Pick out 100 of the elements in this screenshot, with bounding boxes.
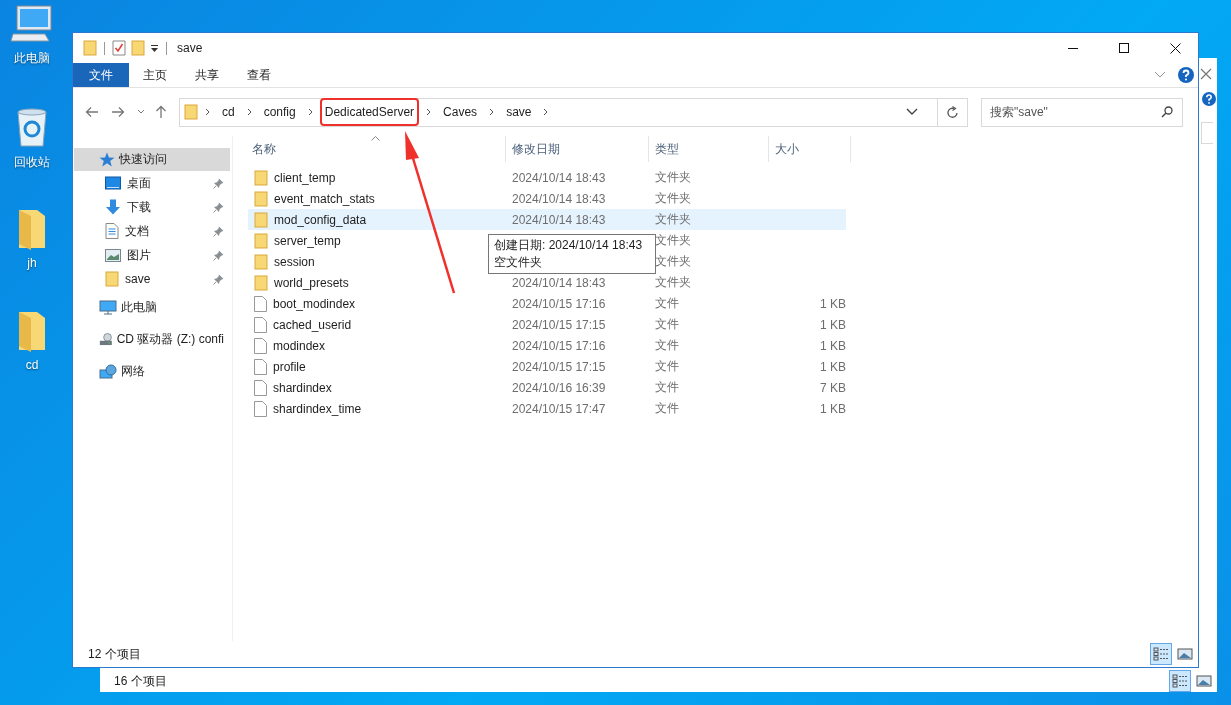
- breadcrumb[interactable]: config: [258, 98, 301, 126]
- document-icon: [105, 223, 119, 239]
- breadcrumb[interactable]: Caves: [438, 98, 483, 126]
- close-icon: [1169, 42, 1181, 54]
- details-view-button[interactable]: [1169, 670, 1191, 692]
- refresh-icon: [946, 105, 959, 119]
- tooltip-text: 创建日期: 2024/10/14 18:43: [494, 237, 644, 254]
- file-name: modindex: [273, 338, 326, 353]
- column-header[interactable]: 修改日期: [506, 136, 649, 162]
- desktop-icon: [105, 176, 121, 190]
- ribbon-tab[interactable]: 文件: [73, 63, 129, 87]
- desktop-icon-label[interactable]: 此电脑: [14, 50, 50, 67]
- file-name: shardindex: [273, 380, 332, 395]
- folder-icon: [254, 190, 268, 207]
- file-size: 7 KB: [820, 380, 846, 395]
- dropdown-caret-icon[interactable]: [150, 43, 159, 53]
- file-name: event_match_stats: [274, 191, 375, 206]
- sidebar-item[interactable]: 文档: [73, 219, 232, 243]
- breadcrumb[interactable]: cd: [217, 98, 240, 126]
- folder-icon: [254, 232, 268, 249]
- file-name: cached_userid: [273, 317, 352, 332]
- file-name: boot_modindex: [273, 296, 356, 311]
- sidebar-label: 此电脑: [121, 298, 157, 316]
- search-field[interactable]: 搜索"save": [981, 97, 1183, 127]
- file-name: mod_config_data: [274, 212, 367, 227]
- folder-icon: [105, 271, 119, 287]
- breadcrumb[interactable]: save: [501, 98, 537, 126]
- pin-icon[interactable]: [213, 177, 224, 189]
- folder-icon[interactable]: [17, 310, 47, 352]
- breadcrumb[interactable]: DedicatedServer: [319, 98, 420, 126]
- computer-icon: [99, 299, 117, 315]
- file-name: client_temp: [274, 170, 336, 185]
- file-name: session: [274, 254, 315, 269]
- sidebar-label: 网络: [121, 362, 145, 380]
- sidebar-item[interactable]: 桌面: [73, 171, 232, 195]
- sidebar-item[interactable]: 下载: [73, 195, 232, 219]
- forward-arrow-icon[interactable]: [111, 106, 125, 118]
- ribbon-tab[interactable]: 查看: [233, 63, 285, 87]
- modified-date: 2024/10/15 17:15: [512, 317, 606, 332]
- close-icon[interactable]: [1200, 68, 1212, 80]
- file-type: 文件: [655, 401, 679, 415]
- sidebar-label: 图片: [127, 246, 151, 264]
- file-size: 1 KB: [820, 359, 846, 374]
- pin-icon[interactable]: [213, 201, 224, 213]
- sidebar-label: 下载: [127, 198, 151, 216]
- modified-date: 2024/10/14 18:43: [512, 275, 606, 290]
- pin-icon[interactable]: [213, 249, 224, 261]
- file-name: shardindex_time: [273, 401, 362, 416]
- ribbon-tab[interactable]: 主页: [129, 63, 181, 87]
- modified-date: 2024/10/14 18:43: [512, 170, 606, 185]
- tooltip-text: 空文件夹: [494, 254, 543, 271]
- sidebar-item[interactable]: 快速访问: [74, 148, 230, 171]
- network-icon: [99, 363, 117, 379]
- file-type: 文件夹: [655, 233, 691, 247]
- ribbon-tab[interactable]: 共享: [181, 63, 233, 87]
- sidebar-label: 文档: [125, 222, 149, 240]
- modified-date: 2024/10/15 17:16: [512, 296, 606, 311]
- properties-icon[interactable]: [112, 40, 126, 56]
- file-type: 文件: [655, 380, 679, 394]
- address-bar[interactable]: cd config DedicatedServer Caves save: [179, 97, 968, 127]
- details-view-button[interactable]: [1150, 643, 1172, 665]
- file-type: 文件: [655, 338, 679, 352]
- window-title: save: [177, 41, 203, 55]
- computer-icon[interactable]: [9, 4, 55, 44]
- column-header[interactable]: 类型: [649, 136, 769, 162]
- search-field[interactable]: [1201, 122, 1213, 144]
- chevron-right-icon: [307, 108, 313, 116]
- pin-icon[interactable]: [213, 273, 224, 285]
- file-name: world_presets: [274, 275, 349, 290]
- desktop-icon-label[interactable]: jh: [27, 256, 37, 270]
- sidebar-item[interactable]: CD 驱动器 (Z:) confi: [73, 323, 232, 355]
- sidebar-item[interactable]: 图片: [73, 243, 232, 267]
- column-header[interactable]: 大小: [769, 136, 851, 162]
- file-type: 文件: [655, 296, 679, 310]
- chevron-down-icon[interactable]: [906, 108, 918, 116]
- file-type: 文件夹: [655, 191, 691, 205]
- folder-icon: [254, 211, 268, 228]
- file-icon: [254, 316, 267, 333]
- sidebar-item[interactable]: 此电脑: [73, 291, 232, 323]
- modified-date: 2024/10/14 18:43: [512, 212, 606, 227]
- pin-icon[interactable]: [213, 225, 224, 237]
- chevron-right-icon: [543, 108, 549, 116]
- chevron-right-icon: [246, 108, 252, 116]
- file-size: 1 KB: [820, 338, 846, 353]
- help-icon[interactable]: [1202, 92, 1216, 106]
- file-size: 1 KB: [820, 317, 846, 332]
- up-arrow-icon[interactable]: [155, 105, 167, 119]
- help-icon[interactable]: [1178, 67, 1194, 83]
- folder-icon[interactable]: [17, 208, 47, 250]
- desktop-icon-label[interactable]: 回收站: [14, 154, 50, 171]
- maximize-icon: [1119, 43, 1129, 53]
- sidebar-item[interactable]: save: [73, 267, 232, 291]
- back-arrow-icon[interactable]: [85, 106, 99, 118]
- file-name: profile: [273, 359, 306, 374]
- file-size: 1 KB: [820, 401, 846, 416]
- sidebar-item[interactable]: 网络: [73, 355, 232, 387]
- chevron-down-icon[interactable]: [137, 109, 145, 115]
- hover-highlight[interactable]: mod_config_data 2024/10/14 18:43 文件夹: [248, 209, 846, 230]
- modified-date: 2024/10/15 17:47: [512, 401, 606, 416]
- search-icon: [1161, 105, 1173, 118]
